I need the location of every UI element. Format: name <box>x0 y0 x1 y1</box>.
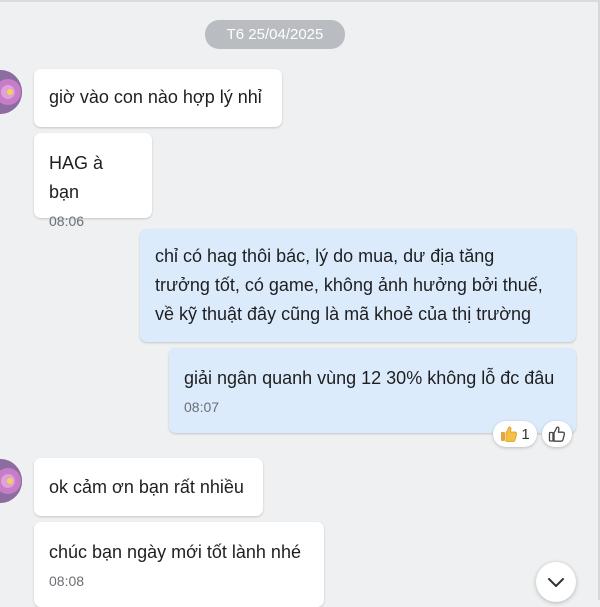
thumbs-up-emoji-icon <box>501 426 518 442</box>
message-time: 08:08 <box>49 573 85 589</box>
message-bubble-incoming[interactable]: HAG à bạn 08:06 <box>34 133 152 229</box>
message-text: giải ngân quanh vùng 12 30% không lỗ đc … <box>184 368 555 388</box>
message-text: ok cảm ơn bạn rất nhiều <box>49 477 244 497</box>
like-outline-icon <box>548 426 566 442</box>
chevron-down-icon <box>548 578 564 587</box>
reaction-count: 1 <box>521 425 530 443</box>
date-divider: T6 25/04/2025 <box>205 20 345 49</box>
contact-avatar[interactable] <box>0 459 22 503</box>
message-time: 08:06 <box>49 213 85 229</box>
message-bubble-incoming[interactable]: giờ vào con nào hợp lý nhỉ <box>34 69 282 127</box>
message-text: chỉ có hag thôi bác, lý do mua, dư địa t… <box>155 246 543 324</box>
message-text: HAG à bạn <box>49 153 104 202</box>
message-bubble-outgoing[interactable]: chỉ có hag thôi bác, lý do mua, dư địa t… <box>140 229 576 342</box>
message-bubble-incoming[interactable]: chúc bạn ngày mới tốt lành nhé 08:08 <box>34 522 324 607</box>
message-bubble-incoming[interactable]: ok cảm ơn bạn rất nhiều <box>34 458 263 516</box>
scroll-to-bottom-button[interactable] <box>536 562 576 602</box>
avatar-flower-image <box>0 70 22 114</box>
avatar-flower-image <box>0 459 22 503</box>
message-time: 08:07 <box>184 399 220 415</box>
reaction-badge[interactable]: 1 <box>493 421 537 447</box>
message-text: chúc bạn ngày mới tốt lành nhé <box>49 542 301 562</box>
contact-avatar[interactable] <box>0 70 22 114</box>
add-reaction-button[interactable] <box>542 421 572 447</box>
message-text: giờ vào con nào hợp lý nhỉ <box>49 87 262 107</box>
top-divider <box>0 0 600 2</box>
